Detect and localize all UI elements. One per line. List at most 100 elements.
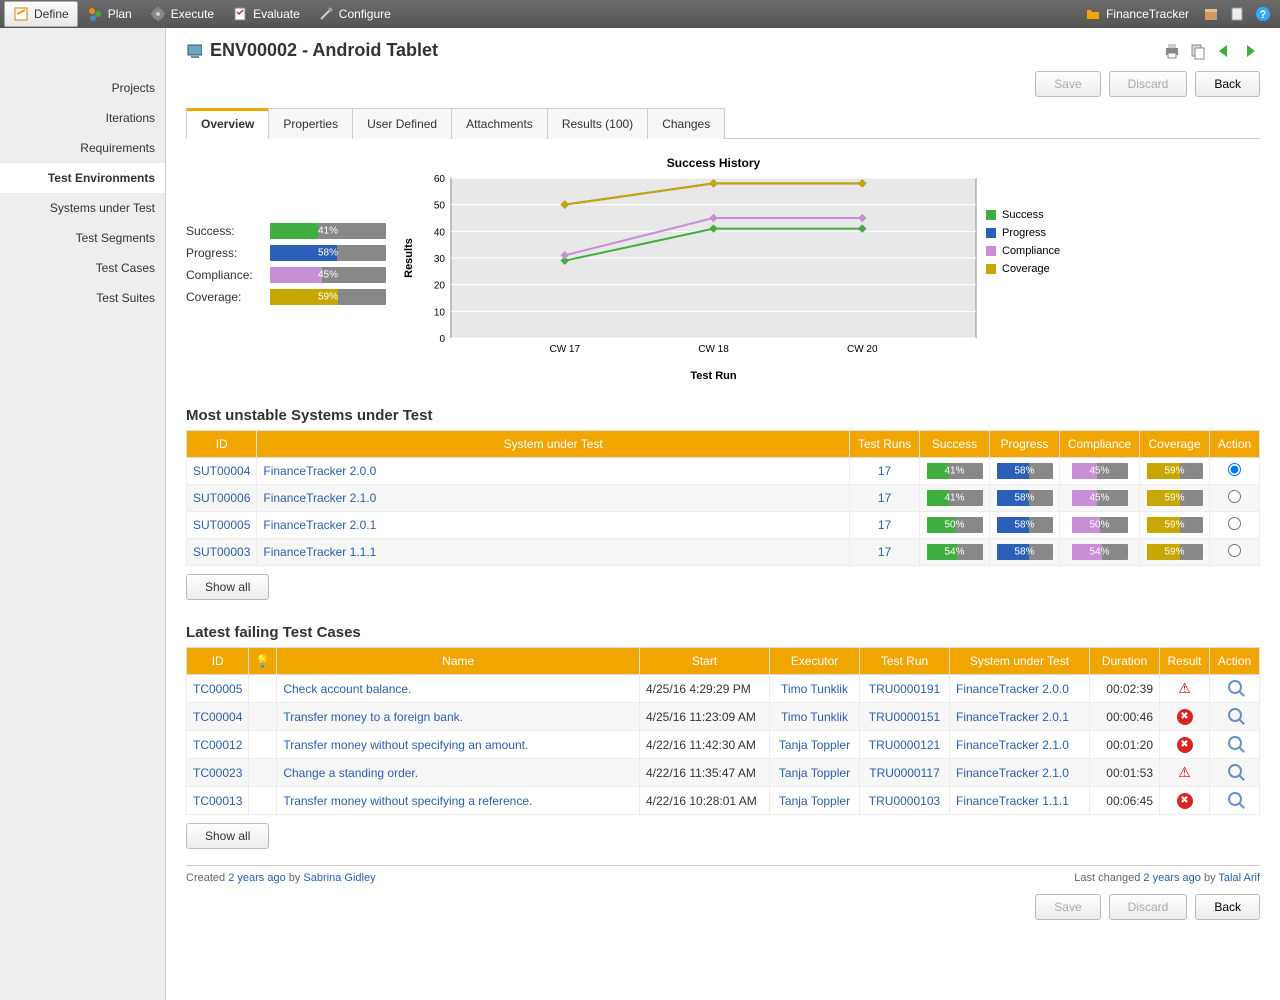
sidebar-item-test-environments[interactable]: Test Environments [0,163,165,193]
print-icon[interactable] [1162,41,1182,61]
sut-link[interactable]: FinanceTracker 2.0.1 [950,703,1090,731]
toolbar-evaluate[interactable]: Evaluate [223,1,309,27]
changed-time-link[interactable]: 2 years ago [1143,872,1200,884]
select-radio[interactable] [1228,463,1241,476]
sidebar-item-requirements[interactable]: Requirements [0,133,165,163]
tab-results-[interactable]: Results (100) [547,108,648,139]
progress-bar: 59% [270,289,386,305]
show-all-unstable[interactable]: Show all [186,574,269,600]
toolbar-plan[interactable]: Plan [78,1,141,27]
col-header: Coverage [1140,431,1210,458]
sut-name-link[interactable]: FinanceTracker 2.0.1 [257,512,850,539]
testrun-link[interactable]: TRU0000151 [860,703,950,731]
sidebar-item-iterations[interactable]: Iterations [0,103,165,133]
svg-text:50: 50 [434,201,446,212]
testrun-link[interactable]: TRU0000191 [860,675,950,703]
sut-id-link[interactable]: SUT00004 [187,458,257,485]
help-icon[interactable]: ? [1250,1,1276,27]
sidebar-item-test-segments[interactable]: Test Segments [0,223,165,253]
discard-button-bottom[interactable]: Discard [1109,894,1188,920]
svg-text:10: 10 [434,307,446,318]
toolbar-execute[interactable]: Execute [141,1,223,27]
progress-bar: 50% [1072,517,1128,533]
prev-arrow-icon[interactable] [1214,41,1234,61]
select-radio[interactable] [1228,544,1241,557]
sut-link[interactable]: FinanceTracker 2.0.0 [950,675,1090,703]
sut-link[interactable]: FinanceTracker 2.1.0 [950,759,1090,787]
project-selector[interactable]: FinanceTracker [1076,1,1198,27]
col-header: ID [187,648,249,675]
tc-id-link[interactable]: TC00013 [187,787,249,815]
page-icon[interactable] [1224,1,1250,27]
footer-meta: Created 2 years ago by Sabrina Gidley La… [186,865,1260,884]
select-radio[interactable] [1228,490,1241,503]
executor-link[interactable]: Tanja Toppler [770,759,860,787]
sut-name-link[interactable]: FinanceTracker 2.1.0 [257,485,850,512]
sut-link[interactable]: FinanceTracker 1.1.1 [950,787,1090,815]
next-arrow-icon[interactable] [1240,41,1260,61]
sidebar-item-test-cases[interactable]: Test Cases [0,253,165,283]
table-row: SUT00003FinanceTracker 1.1.11754%58%54%5… [187,539,1260,566]
sut-name-link[interactable]: FinanceTracker 2.0.0 [257,458,850,485]
svg-text:40: 40 [434,227,446,238]
view-icon[interactable] [1228,736,1242,750]
tc-name-link[interactable]: Transfer money to a foreign bank. [277,703,640,731]
view-icon[interactable] [1228,708,1242,722]
changed-user-link[interactable]: Talal Arif [1218,872,1260,884]
sidebar-item-projects[interactable]: Projects [0,73,165,103]
col-header: Action [1210,648,1260,675]
view-icon[interactable] [1228,764,1242,778]
executor-link[interactable]: Timo Tunklik [770,675,860,703]
table-row: SUT00006FinanceTracker 2.1.01741%58%45%5… [187,485,1260,512]
executor-link[interactable]: Tanja Toppler [770,731,860,759]
runs-link[interactable]: 17 [850,458,920,485]
tc-name-link[interactable]: Transfer money without specifying an amo… [277,731,640,759]
table-row: TC00005Check account balance.4/25/16 4:2… [187,675,1260,703]
executor-link[interactable]: Timo Tunklik [770,703,860,731]
copy-icon[interactable] [1188,41,1208,61]
testrun-link[interactable]: TRU0000117 [860,759,950,787]
save-button-bottom[interactable]: Save [1035,894,1100,920]
runs-link[interactable]: 17 [850,512,920,539]
tc-id-link[interactable]: TC00004 [187,703,249,731]
sut-id-link[interactable]: SUT00003 [187,539,257,566]
runs-link[interactable]: 17 [850,485,920,512]
tab-user-defined[interactable]: User Defined [352,108,452,139]
tc-name-link[interactable]: Check account balance. [277,675,640,703]
back-button-bottom[interactable]: Back [1195,894,1260,920]
sut-link[interactable]: FinanceTracker 2.1.0 [950,731,1090,759]
tc-name-link[interactable]: Change a standing order. [277,759,640,787]
back-button[interactable]: Back [1195,71,1260,97]
created-user-link[interactable]: Sabrina Gidley [303,872,375,884]
tc-id-link[interactable]: TC00023 [187,759,249,787]
sut-name-link[interactable]: FinanceTracker 1.1.1 [257,539,850,566]
select-radio[interactable] [1228,517,1241,530]
runs-link[interactable]: 17 [850,539,920,566]
tc-id-link[interactable]: TC00005 [187,675,249,703]
view-icon[interactable] [1228,680,1242,694]
created-time-link[interactable]: 2 years ago [228,872,285,884]
tab-attachments[interactable]: Attachments [451,108,548,139]
show-all-failing[interactable]: Show all [186,823,269,849]
sut-id-link[interactable]: SUT00006 [187,485,257,512]
tab-properties[interactable]: Properties [268,108,353,139]
discard-button[interactable]: Discard [1109,71,1188,97]
progress-bar: 45% [270,267,386,283]
tc-name-link[interactable]: Transfer money without specifying a refe… [277,787,640,815]
view-icon[interactable] [1228,792,1242,806]
executor-link[interactable]: Tanja Toppler [770,787,860,815]
tc-id-link[interactable]: TC00012 [187,731,249,759]
save-button[interactable]: Save [1035,71,1100,97]
col-header: Duration [1090,648,1160,675]
toolbar-define[interactable]: Define [4,1,78,27]
sidebar-item-test-suites[interactable]: Test Suites [0,283,165,313]
sut-id-link[interactable]: SUT00005 [187,512,257,539]
sidebar-item-systems-under-test[interactable]: Systems under Test [0,193,165,223]
configure-icon [318,6,334,22]
toolbar-configure[interactable]: Configure [309,1,400,27]
testrun-link[interactable]: TRU0000121 [860,731,950,759]
tab-overview[interactable]: Overview [186,108,269,139]
testrun-link[interactable]: TRU0000103 [860,787,950,815]
tab-changes[interactable]: Changes [647,108,725,139]
box-icon[interactable] [1198,1,1224,27]
